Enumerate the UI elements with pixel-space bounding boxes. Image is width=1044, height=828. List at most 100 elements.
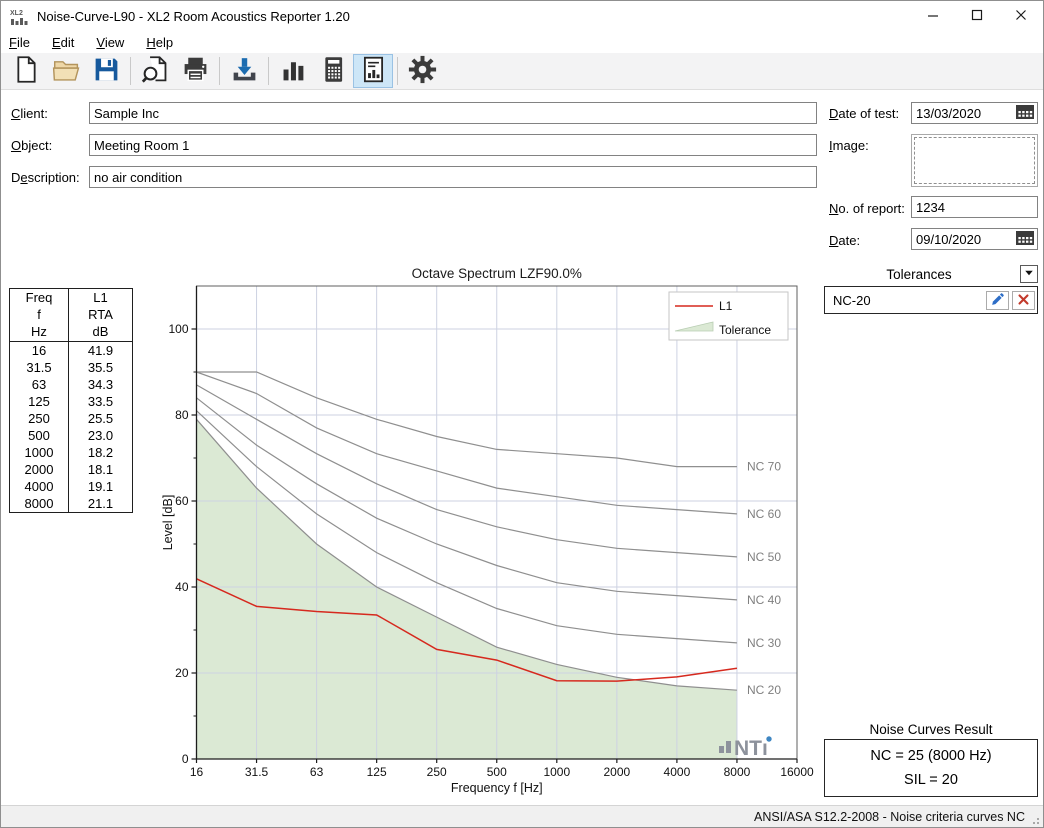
octave-spectrum-chart: NC 70NC 60NC 50NC 40NC 30NC 200204060801… xyxy=(161,265,823,802)
new-document-icon xyxy=(12,55,41,87)
level-cell: 21.1 xyxy=(69,495,133,513)
tolerances-dropdown-button[interactable] xyxy=(1020,265,1038,283)
object-input[interactable] xyxy=(89,134,817,156)
y-tick-label: 80 xyxy=(175,408,189,422)
menu-help[interactable]: Help xyxy=(146,33,183,52)
nc-curve-label: NC 70 xyxy=(747,460,781,474)
x-tick-label: 31.5 xyxy=(245,765,269,779)
print-button[interactable] xyxy=(175,54,215,88)
nti-logo-text: NTı xyxy=(734,737,768,760)
nc-curve-label: NC 50 xyxy=(747,550,781,564)
bar-chart-button[interactable] xyxy=(273,54,313,88)
nc-curve-label: NC 40 xyxy=(747,593,781,607)
freq-cell: 250 xyxy=(10,410,69,427)
report-chart-icon xyxy=(359,55,388,87)
no-of-report-label: No. of report: xyxy=(829,201,905,216)
menu-view[interactable]: View xyxy=(96,33,134,52)
menu-bar: File Edit View Help xyxy=(1,32,1043,53)
level-cell: 34.3 xyxy=(69,376,133,393)
app-window: XL2 Noise-Curve-L90 - XL2 Room Acoustics… xyxy=(0,0,1044,828)
nc-curve-label: NC 30 xyxy=(747,636,781,650)
edit-tolerance-button[interactable] xyxy=(986,291,1009,310)
level-cell: 33.5 xyxy=(69,393,133,410)
x-tick-label: 1000 xyxy=(543,765,570,779)
minimize-icon xyxy=(926,8,940,25)
result-box: NC = 25 (8000 Hz) SIL = 20 xyxy=(824,739,1038,797)
menu-edit[interactable]: Edit xyxy=(52,33,84,52)
toolbar-separator xyxy=(219,57,220,85)
x-tick-label: 8000 xyxy=(724,765,751,779)
tolerance-name: NC-20 xyxy=(833,293,871,308)
table-row: 50023.0 xyxy=(10,427,133,444)
nti-logo xyxy=(719,746,724,753)
table-row: 1641.9 xyxy=(10,342,133,360)
open-folder-button[interactable] xyxy=(46,54,86,88)
table-row: 800021.1 xyxy=(10,495,133,513)
x-tick-label: 125 xyxy=(367,765,387,779)
settings-gear-button[interactable] xyxy=(402,54,442,88)
client-input[interactable] xyxy=(89,102,817,124)
calendar-icon xyxy=(1015,229,1035,249)
date-of-test-field xyxy=(911,102,1038,124)
chevron-down-icon xyxy=(1023,267,1035,282)
y-tick-label: 20 xyxy=(175,666,189,680)
date-of-test-label: Date of test: xyxy=(829,106,899,121)
nc-curve-label: NC 20 xyxy=(747,683,781,697)
resize-grip[interactable] xyxy=(1029,813,1041,825)
tolerance-area xyxy=(197,419,737,759)
print-preview-button[interactable] xyxy=(135,54,175,88)
level-cell: 19.1 xyxy=(69,478,133,495)
new-document-button[interactable] xyxy=(6,54,46,88)
chart-title: Octave Spectrum LZF90.0% xyxy=(412,266,582,281)
close-button[interactable] xyxy=(999,1,1043,31)
date-calendar-button[interactable] xyxy=(1014,230,1036,247)
y-tick-label: 100 xyxy=(168,322,188,336)
delete-x-icon xyxy=(1016,292,1031,310)
toolbar-separator xyxy=(397,57,398,85)
table-header-row: FreqfHzL1RTAdB xyxy=(10,289,133,342)
y-tick-label: 0 xyxy=(182,752,189,766)
description-input[interactable] xyxy=(89,166,817,188)
date-of-test-calendar-button[interactable] xyxy=(1014,104,1036,121)
table-row: 25025.5 xyxy=(10,410,133,427)
status-text: ANSI/ASA S12.2-2008 - Noise criteria cur… xyxy=(754,810,1025,824)
minimize-button[interactable] xyxy=(911,1,955,31)
level-cell: 35.5 xyxy=(69,359,133,376)
calendar-icon xyxy=(1015,103,1035,123)
xl2-app-icon: XL2 xyxy=(9,8,31,26)
freq-cell: 125 xyxy=(10,393,69,410)
delete-tolerance-button[interactable] xyxy=(1012,291,1035,310)
save-button[interactable] xyxy=(86,54,126,88)
svg-text:XL2: XL2 xyxy=(10,10,23,17)
freq-cell: 2000 xyxy=(10,461,69,478)
no-of-report-input[interactable] xyxy=(911,196,1038,218)
menu-file[interactable]: File xyxy=(9,33,40,52)
maximize-icon xyxy=(970,8,984,25)
freq-cell: 4000 xyxy=(10,478,69,495)
image-label: Image: xyxy=(829,138,869,153)
freq-level-table: FreqfHzL1RTAdB1641.931.535.56334.312533.… xyxy=(9,288,133,513)
freq-cell: 63 xyxy=(10,376,69,393)
import-button[interactable] xyxy=(224,54,264,88)
x-tick-label: 500 xyxy=(487,765,507,779)
table-row: 31.535.5 xyxy=(10,359,133,376)
level-cell: 23.0 xyxy=(69,427,133,444)
sil-result: SIL = 20 xyxy=(904,772,958,788)
status-bar: ANSI/ASA S12.2-2008 - Noise criteria cur… xyxy=(1,805,1043,827)
report-chart-button[interactable] xyxy=(353,54,393,88)
freq-cell: 500 xyxy=(10,427,69,444)
window-controls xyxy=(911,1,1043,31)
settings-gear-icon xyxy=(408,55,437,87)
calculator-button[interactable] xyxy=(313,54,353,88)
toolbar-separator xyxy=(130,57,131,85)
maximize-button[interactable] xyxy=(955,1,999,31)
freq-cell: 8000 xyxy=(10,495,69,513)
tolerance-list-item[interactable]: NC-20 xyxy=(824,286,1038,314)
object-label: Object: xyxy=(11,138,52,153)
y-tick-label: 40 xyxy=(175,580,189,594)
table-row: 200018.1 xyxy=(10,461,133,478)
image-dropzone[interactable] xyxy=(911,134,1038,187)
save-icon xyxy=(92,55,121,87)
table-row: 400019.1 xyxy=(10,478,133,495)
close-icon xyxy=(1014,8,1028,25)
